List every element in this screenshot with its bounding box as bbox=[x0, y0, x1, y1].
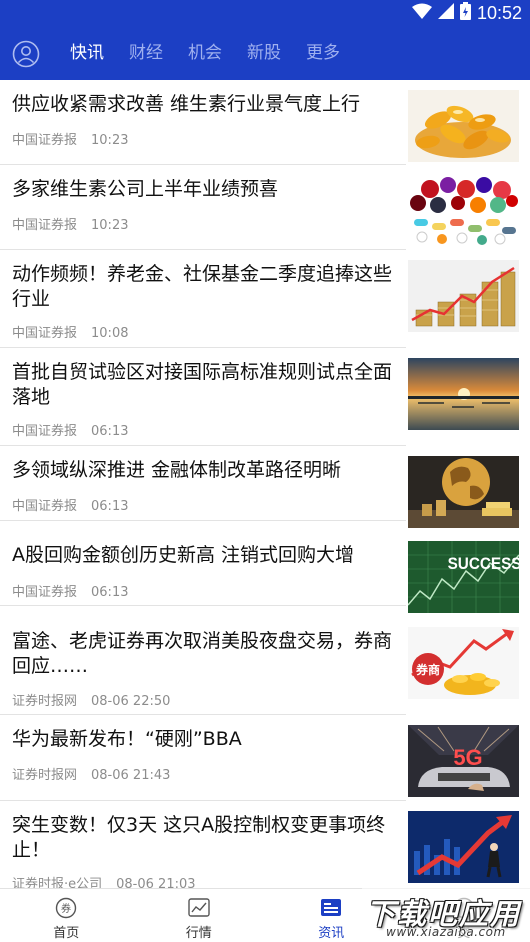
news-title[interactable]: 富途、老虎证券再次取消美股夜盘交易，券商回应…… bbox=[12, 629, 392, 679]
news-title[interactable]: A股回购金额创历史新高 注销式回购大增 bbox=[12, 543, 392, 568]
news-title[interactable]: 多领域纵深推进 金融体制改革路径明晰 bbox=[12, 458, 392, 483]
watermark-logo: 下载吧应用 www.xiazaiba.com bbox=[362, 888, 530, 942]
news-title[interactable]: 首批自贸试验区对接国际高标准规则试点全面落地 bbox=[12, 360, 392, 410]
news-list: 供应收紧需求改善 维生素行业景气度上行 中国证券报 10:23 多家维生素公司上半… bbox=[0, 80, 530, 888]
news-meta: 中国证券报 10:23 bbox=[12, 129, 128, 148]
nav-label: 行情 bbox=[185, 926, 212, 941]
tab-gengduo[interactable]: 更多 bbox=[306, 26, 340, 80]
news-source: 中国证券报 bbox=[12, 585, 78, 600]
tab-jihui[interactable]: 机会 bbox=[188, 26, 222, 80]
news-meta: 证券时报网 08-06 21:43 bbox=[12, 764, 170, 783]
news-thumbnail-5g-car[interactable]: 5G bbox=[408, 725, 519, 797]
thumbnail-text: SUCCESS bbox=[448, 554, 519, 573]
wifi-icon bbox=[411, 3, 432, 23]
news-thumbnail-broker-coins[interactable]: 券商 bbox=[408, 627, 519, 699]
watermark-url: www.xiazaiba.com bbox=[386, 925, 506, 939]
news-thumbnail-coins-growth-chart[interactable] bbox=[408, 260, 519, 332]
app-header: 快讯 财经 机会 新股 更多 bbox=[0, 26, 530, 80]
home-coupon-icon: 券 bbox=[56, 897, 77, 919]
news-thumbnail-vitamin-capsules[interactable] bbox=[408, 90, 519, 162]
news-title[interactable]: 多家维生素公司上半年业绩预喜 bbox=[12, 177, 392, 202]
news-meta: 中国证券报 06:13 bbox=[12, 581, 128, 600]
news-meta: 中国证券报 10:08 bbox=[12, 322, 128, 341]
thumbnail-text: 5G bbox=[453, 745, 482, 770]
market-chart-icon bbox=[188, 898, 210, 917]
news-source: 中国证券报 bbox=[12, 133, 78, 148]
news-time: 06:13 bbox=[91, 499, 129, 514]
news-meta: 证券时报·e公司 08-06 21:03 bbox=[12, 873, 196, 888]
thumbnail-text: 券商 bbox=[415, 662, 440, 677]
news-item[interactable]: 首批自贸试验区对接国际高标准规则试点全面落地 中国证券报 06:13 bbox=[0, 348, 530, 445]
news-title[interactable]: 动作频频！养老金、社保基金二季度追捧这些行业 bbox=[12, 262, 392, 312]
news-time: 06:13 bbox=[91, 424, 129, 439]
news-time: 08-06 21:03 bbox=[116, 877, 196, 888]
status-bar: 10:52 bbox=[0, 0, 530, 26]
news-item[interactable]: 动作频频！养老金、社保基金二季度追捧这些行业 中国证券报 10:08 bbox=[0, 250, 530, 347]
news-time: 08-06 22:50 bbox=[91, 694, 171, 709]
news-time: 06:13 bbox=[91, 585, 129, 600]
tab-kuaixun[interactable]: 快讯 bbox=[70, 26, 104, 80]
news-source: 中国证券报 bbox=[12, 326, 78, 341]
news-source: 中国证券报 bbox=[12, 499, 78, 514]
news-item[interactable]: 华为最新发布！“硬刚”BBA 证券时报网 08-06 21:43 5G bbox=[0, 715, 530, 800]
news-time: 10:08 bbox=[91, 326, 129, 341]
news-thumbnail-stock-arrow-man[interactable] bbox=[408, 811, 519, 883]
news-item[interactable]: 供应收紧需求改善 维生素行业景气度上行 中国证券报 10:23 bbox=[0, 80, 530, 164]
nav-market[interactable]: 行情 bbox=[133, 889, 266, 942]
news-source: 中国证券报 bbox=[12, 218, 78, 233]
tab-caijing[interactable]: 财经 bbox=[129, 26, 163, 80]
news-title[interactable]: 供应收紧需求改善 维生素行业景气度上行 bbox=[12, 92, 392, 117]
news-time: 08-06 21:43 bbox=[91, 768, 171, 783]
nav-home[interactable]: 券 首页 bbox=[0, 889, 133, 942]
news-thumbnail-fruits-and-pills[interactable] bbox=[408, 175, 519, 247]
news-thumbnail-sunset-lake[interactable] bbox=[408, 358, 519, 430]
user-avatar-icon[interactable] bbox=[12, 40, 40, 68]
news-item[interactable]: 多家维生素公司上半年业绩预喜 中国证券报 10:23 bbox=[0, 165, 530, 249]
nav-label: 资讯 bbox=[318, 926, 345, 941]
news-title[interactable]: 华为最新发布！“硬刚”BBA bbox=[12, 727, 392, 752]
battery-icon bbox=[459, 2, 471, 24]
news-source: 证券时报·e公司 bbox=[12, 877, 103, 888]
news-thumbnail-success-chart[interactable]: SUCCESS bbox=[408, 541, 519, 613]
channel-tabs: 快讯 财经 机会 新股 更多 bbox=[70, 26, 365, 80]
svg-text:券: 券 bbox=[61, 902, 71, 915]
news-time: 10:23 bbox=[91, 218, 129, 233]
news-meta: 中国证券报 06:13 bbox=[12, 495, 128, 514]
status-icons: 10:52 bbox=[411, 2, 522, 24]
news-source: 证券时报网 bbox=[12, 768, 78, 783]
news-item[interactable]: 多领域纵深推进 金融体制改革路径明晰 中国证券报 06:13 bbox=[0, 446, 530, 528]
status-time: 10:52 bbox=[476, 2, 522, 23]
signal-icon bbox=[437, 3, 454, 23]
news-meta: 中国证券报 10:23 bbox=[12, 214, 128, 233]
tab-xingu[interactable]: 新股 bbox=[247, 26, 281, 80]
news-title[interactable]: 突生变数！仅3天 这只A股控制权变更事项终止！ bbox=[12, 813, 392, 863]
news-icon bbox=[321, 899, 342, 916]
news-item[interactable]: 富途、老虎证券再次取消美股夜盘交易，券商回应…… 证券时报网 08-06 22:5… bbox=[0, 606, 530, 714]
news-item[interactable]: A股回购金额创历史新高 注销式回购大增 中国证券报 06:13 SUCCESS bbox=[0, 521, 530, 613]
news-time: 10:23 bbox=[91, 133, 129, 148]
nav-label: 首页 bbox=[53, 926, 80, 941]
news-source: 证券时报网 bbox=[12, 694, 78, 709]
news-meta: 中国证券报 06:13 bbox=[12, 420, 128, 439]
news-meta: 证券时报网 08-06 22:50 bbox=[12, 690, 170, 709]
news-item[interactable]: 突生变数！仅3天 这只A股控制权变更事项终止！ 证券时报·e公司 08-06 21… bbox=[0, 801, 530, 888]
news-source: 中国证券报 bbox=[12, 424, 78, 439]
news-thumbnail-globe-coins-gold[interactable] bbox=[408, 456, 519, 528]
